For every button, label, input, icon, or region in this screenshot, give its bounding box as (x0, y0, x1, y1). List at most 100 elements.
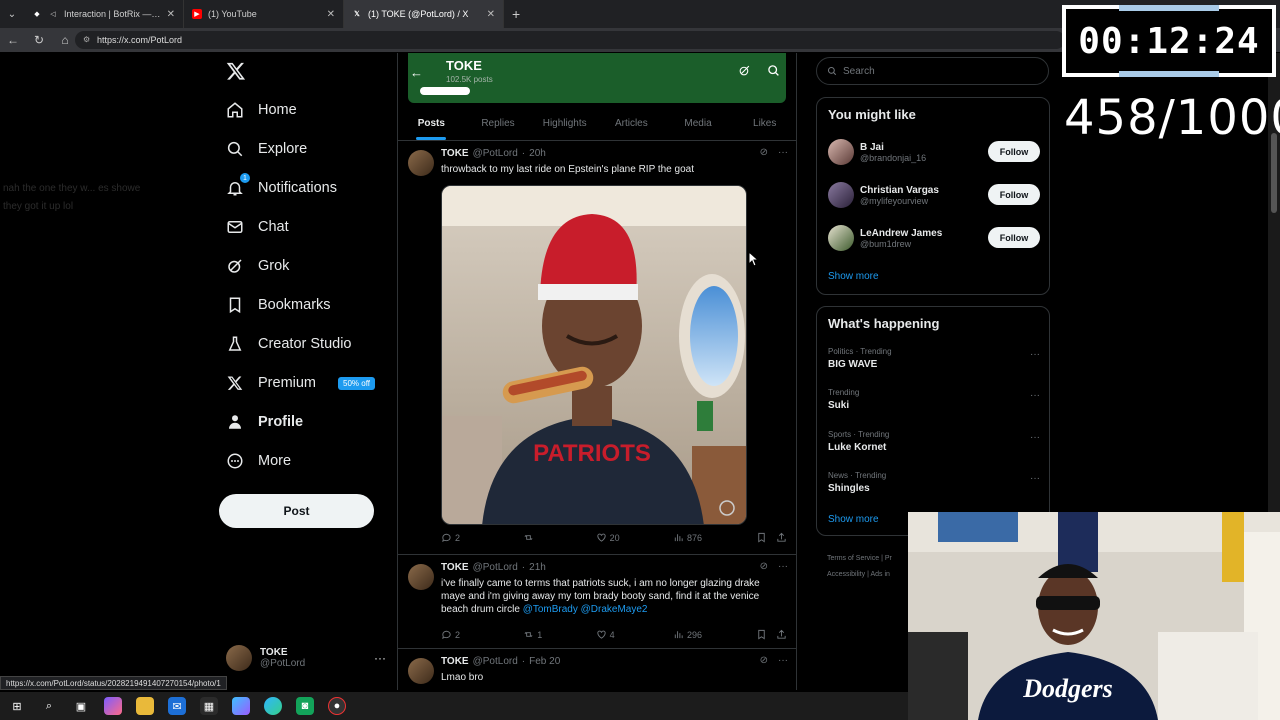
tab-highlights[interactable]: Highlights (531, 106, 598, 140)
suggested-user[interactable]: Christian Vargas @mylifeyourview Follow (828, 180, 1040, 210)
obs-icon[interactable]: ● (328, 697, 346, 715)
search-icon[interactable]: ⌕ (40, 697, 58, 715)
close-icon[interactable]: ✕ (487, 9, 495, 20)
back-arrow-icon[interactable]: ← (410, 65, 423, 80)
search-input[interactable]: Search (816, 57, 1049, 85)
grok-icon[interactable]: ⊘ (760, 561, 768, 572)
home-icon[interactable]: ⌂ (58, 33, 72, 47)
close-icon[interactable]: ✕ (167, 9, 175, 20)
post-button[interactable]: Post (219, 494, 374, 528)
task-view-icon[interactable]: ▣ (72, 697, 90, 715)
more-dots-icon[interactable]: ··· (778, 655, 788, 666)
post[interactable]: TOKE @PotLord · 21h ⊘ ··· i've finally c… (398, 556, 796, 649)
nav-notifications[interactable]: 1 Notifications (226, 173, 337, 197)
nav-creator-studio[interactable]: Creator Studio (226, 335, 352, 353)
app-icon[interactable]: ◙ (296, 697, 314, 715)
tab-list-chevron-icon[interactable]: ⌄ (0, 0, 24, 28)
browser-tab-botrix[interactable]: ◆ ◁ Interaction | BotRix — Cloud S ✕ (24, 0, 184, 28)
repost-button[interactable]: 1 (523, 629, 595, 640)
nav-premium[interactable]: Premium 50% off (226, 374, 375, 392)
repost-button[interactable] (523, 532, 595, 543)
show-more-link[interactable]: Show more (828, 271, 879, 282)
reply-button[interactable]: 2 (441, 532, 523, 543)
trend-item[interactable]: Sports · Trending Luke Kornet ··· (828, 430, 1040, 453)
account-switcher[interactable]: TOKE @PotLord ··· (226, 645, 386, 671)
more-dots-icon[interactable]: ··· (1030, 473, 1040, 484)
nav-profile[interactable]: Profile (226, 413, 303, 431)
tab-media[interactable]: Media (665, 106, 732, 140)
back-arrow-icon[interactable]: ← (6, 33, 20, 47)
post[interactable]: TOKE @PotLord · 20h ⊘ ··· throwback to m… (398, 142, 796, 555)
close-icon[interactable]: ✕ (327, 9, 335, 20)
windows-start-icon[interactable]: ⊞ (8, 697, 26, 715)
trend-item[interactable]: News · Trending Shingles ··· (828, 471, 1040, 494)
grok-icon[interactable]: ⊘ (760, 655, 768, 666)
mail-icon[interactable]: ✉ (168, 697, 186, 715)
more-dots-icon[interactable]: ··· (374, 651, 386, 665)
nav-more[interactable]: More (226, 452, 291, 470)
trend-item[interactable]: Trending Suki ··· (828, 388, 1040, 411)
views-button[interactable]: 876 (673, 532, 756, 543)
banner-button[interactable] (420, 87, 470, 95)
post-time[interactable]: 21h (529, 562, 546, 573)
nav-bookmarks[interactable]: Bookmarks (226, 296, 331, 314)
reply-button[interactable]: 2 (441, 629, 523, 640)
post-time[interactable]: 20h (529, 148, 546, 159)
grok-icon[interactable]: ⊘ (760, 147, 768, 158)
bookmark-button[interactable] (756, 629, 776, 640)
follow-button[interactable]: Follow (988, 227, 1040, 248)
tab-replies[interactable]: Replies (465, 106, 532, 140)
suggested-user[interactable]: LeAndrew James @bum1drew Follow (828, 223, 1040, 253)
browser-tab-youtube[interactable]: ▶ (1) YouTube ✕ (184, 0, 344, 28)
nav-grok[interactable]: Grok (226, 257, 289, 275)
post-author-name[interactable]: TOKE (441, 656, 469, 667)
post-author-handle[interactable]: @PotLord (473, 148, 518, 159)
more-dots-icon[interactable]: ··· (778, 561, 788, 572)
folder-icon[interactable] (136, 697, 154, 715)
reload-icon[interactable]: ↻ (32, 33, 46, 47)
nav-chat[interactable]: Chat (226, 218, 289, 236)
footer-link[interactable]: Terms of Service | Pr (827, 551, 892, 567)
post-time[interactable]: Feb 20 (529, 656, 560, 667)
share-button[interactable] (776, 532, 787, 543)
edge-icon[interactable] (264, 697, 282, 715)
avatar[interactable] (408, 658, 434, 684)
more-dots-icon[interactable]: ··· (1030, 349, 1040, 360)
post-mentions[interactable]: @TomBrady @DrakeMaye2 (523, 604, 648, 615)
site-info-icon[interactable]: ⚙ (83, 35, 90, 44)
trend-item[interactable]: Politics · Trending BIG WAVE ··· (828, 347, 1040, 370)
tab-posts[interactable]: Posts (398, 106, 465, 140)
avatar[interactable] (408, 564, 434, 590)
post-author-name[interactable]: TOKE (441, 562, 469, 573)
post[interactable]: TOKE @PotLord · Feb 20 ⊘ ··· Lmao bro (398, 650, 796, 690)
follow-button[interactable]: Follow (988, 184, 1040, 205)
post-author-handle[interactable]: @PotLord (473, 656, 518, 667)
x-logo-icon[interactable] (226, 61, 246, 81)
new-tab-icon[interactable]: + (504, 6, 528, 22)
copilot-icon[interactable] (104, 697, 122, 715)
views-button[interactable]: 296 (673, 629, 756, 640)
nav-explore[interactable]: Explore (226, 140, 307, 158)
more-dots-icon[interactable]: ··· (1030, 390, 1040, 401)
post-author-name[interactable]: TOKE (441, 148, 469, 159)
post-photo[interactable]: PATRIOTS (441, 185, 747, 525)
show-more-link[interactable]: Show more (828, 514, 879, 525)
like-button[interactable]: 20 (596, 532, 673, 543)
share-button[interactable] (776, 629, 787, 640)
tab-likes[interactable]: Likes (731, 106, 796, 140)
post-author-handle[interactable]: @PotLord (473, 562, 518, 573)
address-bar[interactable]: ⚙ https://x.com/PotLord (75, 31, 1065, 49)
suggested-user[interactable]: B Jai @brandonjai_16 Follow (828, 137, 1040, 167)
browser-tab-x[interactable]: 𝕏 (1) TOKE (@PotLord) / X ✕ (344, 0, 504, 28)
nav-home[interactable]: Home (226, 101, 297, 119)
store-icon[interactable]: ▦ (200, 697, 218, 715)
like-button[interactable]: 4 (596, 629, 673, 640)
search-icon[interactable] (767, 64, 780, 77)
speaker-icon[interactable]: ◁ (48, 9, 58, 19)
tab-articles[interactable]: Articles (598, 106, 665, 140)
avatar[interactable] (408, 150, 434, 176)
photos-icon[interactable] (232, 697, 250, 715)
more-dots-icon[interactable]: ··· (1030, 432, 1040, 443)
more-dots-icon[interactable]: ··· (778, 147, 788, 158)
grok-icon[interactable] (738, 64, 751, 77)
